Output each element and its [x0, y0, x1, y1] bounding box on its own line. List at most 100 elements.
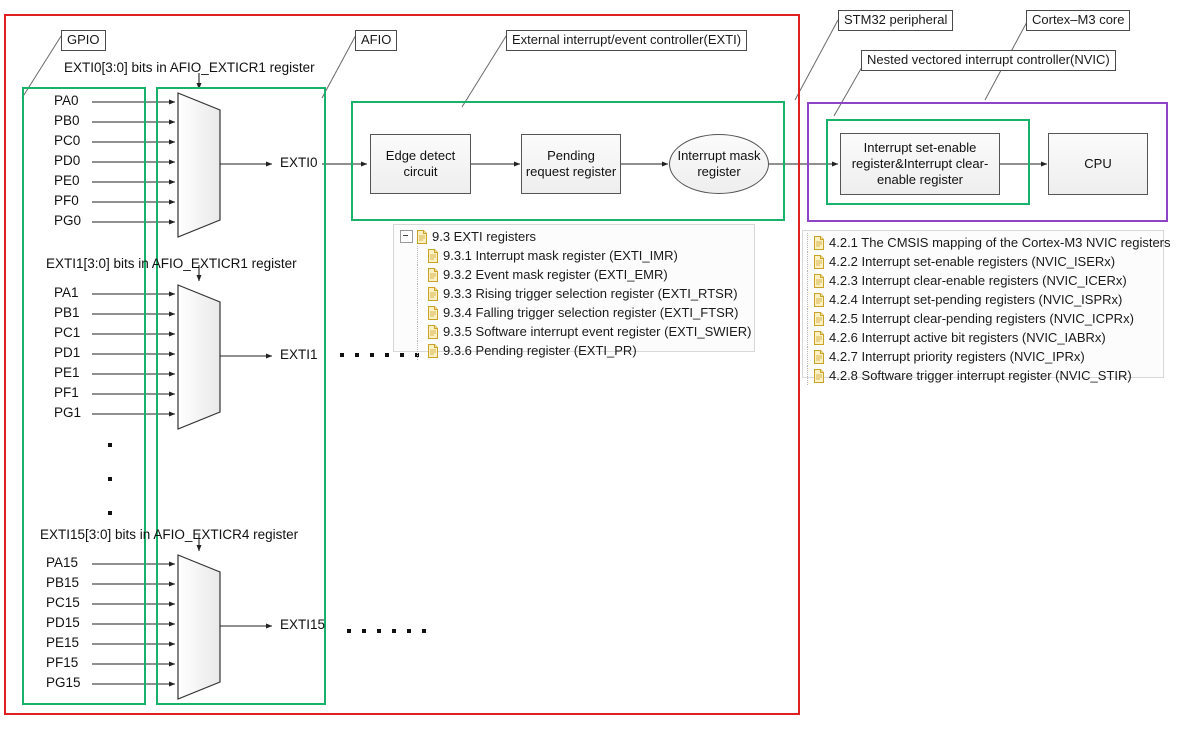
pin-pd1: PD1 — [54, 345, 81, 360]
horizontal-ellipsis-dot — [340, 353, 344, 357]
pin-pe15: PE15 — [46, 635, 80, 650]
pin-pc0: PC0 — [54, 133, 81, 148]
tree-row-nvic-item[interactable]: 4.2.5 Interrupt clear-pending registers … — [807, 309, 1163, 328]
tree-guide-line — [417, 246, 419, 265]
document-icon — [813, 330, 825, 345]
tree-row-exti-root[interactable]: 9.3 EXTI registers — [398, 227, 754, 246]
pin-pg0: PG0 — [54, 213, 82, 228]
callout-cortex-m3-label: Cortex–M3 core — [1032, 12, 1125, 27]
horizontal-ellipsis-dot — [377, 629, 381, 633]
tree-collapse-icon[interactable] — [400, 230, 413, 243]
tree-label: 4.2.4 Interrupt set-pending registers (N… — [829, 292, 1123, 307]
tree-row-exti-item[interactable]: 9.3.3 Rising trigger selection register … — [398, 284, 754, 303]
tree-row-nvic-item[interactable]: 4.2.2 Interrupt set-enable registers (NV… — [807, 252, 1163, 271]
tree-row-nvic-item[interactable]: 4.2.8 Software trigger interrupt registe… — [807, 366, 1163, 385]
tree-row-exti-item[interactable]: 9.3.1 Interrupt mask register (EXTI_IMR) — [398, 246, 754, 265]
tree-guide-line — [807, 309, 809, 328]
gpio-frame — [22, 87, 146, 705]
vertical-ellipsis-dot — [108, 443, 112, 447]
tree-guide-line — [807, 233, 809, 252]
tree-label: 4.2.3 Interrupt clear-enable registers (… — [829, 273, 1127, 288]
cpu-label: CPU — [1084, 156, 1112, 171]
document-icon — [427, 324, 439, 339]
horizontal-ellipsis-dot — [362, 629, 366, 633]
document-icon — [427, 343, 439, 358]
document-icon — [813, 368, 825, 383]
callout-afio-label: AFIO — [361, 32, 392, 47]
edge-detect-line1: Edge detect — [385, 148, 456, 163]
pending-line2: request register — [525, 164, 617, 179]
tree-row-nvic-item[interactable]: 4.2.3 Interrupt clear-enable registers (… — [807, 271, 1163, 290]
horizontal-ellipsis-dot — [370, 353, 374, 357]
interrupt-mask-register-block: Interrupt mask register — [669, 134, 769, 194]
tree-guide-line — [807, 347, 809, 366]
tree-label: 4.2.7 Interrupt priority registers (NVIC… — [829, 349, 1085, 364]
tree-guide-line — [417, 303, 419, 322]
callout-stm32-peripheral: STM32 peripheral — [838, 10, 954, 31]
pin-pd0: PD0 — [54, 153, 81, 168]
horizontal-ellipsis-dot — [422, 629, 426, 633]
document-icon — [427, 286, 439, 301]
cpu-block: CPU — [1048, 133, 1148, 195]
tree-row-exti-item[interactable]: 9.3.6 Pending register (EXTI_PR) — [398, 341, 754, 360]
pin-pc1: PC1 — [54, 325, 81, 340]
tree-label: 4.2.8 Software trigger interrupt registe… — [829, 368, 1132, 383]
callout-exti: External interrupt/event controller(EXTI… — [506, 30, 748, 51]
pin-pf0: PF0 — [54, 193, 79, 208]
tree-guide-line — [417, 265, 419, 284]
document-icon — [813, 349, 825, 364]
pin-pa0: PA0 — [54, 93, 79, 108]
document-icon — [427, 248, 439, 263]
horizontal-ellipsis-dot — [385, 353, 389, 357]
tree-row-nvic-item[interactable]: 4.2.1 The CMSIS mapping of the Cortex-M3… — [807, 233, 1171, 252]
caption-exti15: EXTI15[3:0] bits in AFIO_EXTICR4 registe… — [40, 527, 299, 542]
signal-exti15: EXTI15 — [280, 617, 326, 632]
edge-detect-circuit-block: Edge detect circuit — [370, 134, 471, 194]
document-icon — [813, 273, 825, 288]
callout-gpio: GPIO — [61, 30, 106, 51]
tree-label: 9.3.4 Falling trigger selection register… — [443, 305, 739, 320]
nvic-reg-line2: register&Interrupt clear- — [851, 156, 989, 171]
exti-registers-tree-panel: 9.3 EXTI registers 9.3.1 Interrupt mask … — [393, 224, 755, 360]
tree-row-nvic-item[interactable]: 4.2.7 Interrupt priority registers (NVIC… — [807, 347, 1163, 366]
callout-stm32-peripheral-label: STM32 peripheral — [844, 12, 948, 27]
tree-row-nvic-item[interactable]: 4.2.4 Interrupt set-pending registers (N… — [807, 290, 1163, 309]
tree-guide-line — [417, 341, 419, 360]
callout-cortex-m3: Cortex–M3 core — [1026, 10, 1131, 31]
tree-guide-line — [807, 271, 809, 290]
tree-label: 9.3.6 Pending register (EXTI_PR) — [443, 343, 637, 358]
document-icon — [813, 235, 825, 250]
pin-pf1: PF1 — [54, 385, 79, 400]
tree-row-exti-item[interactable]: 9.3.2 Event mask register (EXTI_EMR) — [398, 265, 754, 284]
tree-label: 4.2.5 Interrupt clear-pending registers … — [829, 311, 1134, 326]
nvic-reg-line1: Interrupt set-enable — [863, 140, 977, 155]
tree-guide-line — [807, 252, 809, 271]
callout-nvic: Nested vectored interrupt controller(NVI… — [861, 50, 1116, 71]
document-icon — [813, 292, 825, 307]
horizontal-ellipsis-dot — [355, 353, 359, 357]
nvic-registers-tree-panel: 4.2.1 The CMSIS mapping of the Cortex-M3… — [802, 230, 1171, 385]
document-icon — [427, 267, 439, 282]
horizontal-ellipsis-dot — [392, 629, 396, 633]
tree-label: 4.2.1 The CMSIS mapping of the Cortex-M3… — [829, 235, 1171, 250]
pin-pf15: PF15 — [46, 655, 79, 670]
tree-row-exti-item[interactable]: 9.3.5 Software interrupt event register … — [398, 322, 754, 341]
vertical-ellipsis-dot — [108, 477, 112, 481]
pin-pg15: PG15 — [46, 675, 81, 690]
tree-label: 4.2.2 Interrupt set-enable registers (NV… — [829, 254, 1116, 269]
document-icon — [813, 254, 825, 269]
nvic-reg-line3: enable register — [877, 172, 963, 187]
tree-label: 9.3.2 Event mask register (EXTI_EMR) — [443, 267, 668, 282]
tree-guide-line — [417, 284, 419, 303]
callout-exti-label: External interrupt/event controller(EXTI… — [512, 32, 742, 47]
tree-row-nvic-item[interactable]: 4.2.6 Interrupt active bit registers (NV… — [807, 328, 1163, 347]
pin-pb0: PB0 — [54, 113, 80, 128]
horizontal-ellipsis-dot — [347, 629, 351, 633]
callout-gpio-label: GPIO — [67, 32, 100, 47]
tree-label: 9.3.3 Rising trigger selection register … — [443, 286, 738, 301]
horizontal-ellipsis-dot — [407, 629, 411, 633]
tree-guide-line — [417, 322, 419, 341]
pin-pc15: PC15 — [46, 595, 80, 610]
tree-row-exti-item[interactable]: 9.3.4 Falling trigger selection register… — [398, 303, 754, 322]
tree-label: 9.3.5 Software interrupt event register … — [443, 324, 752, 339]
